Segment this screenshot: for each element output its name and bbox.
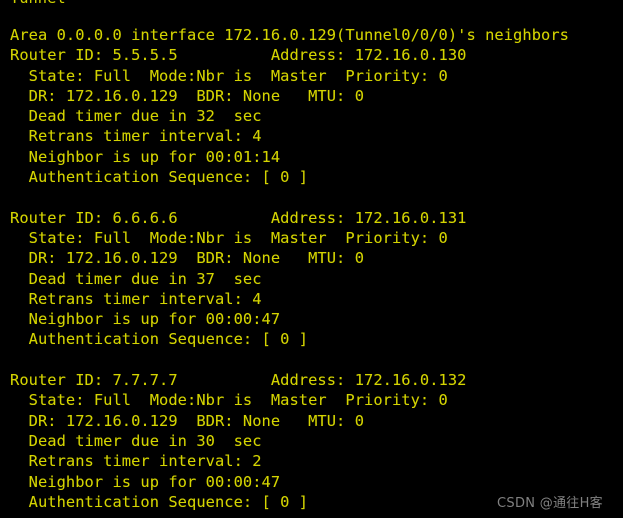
scrolled-off-line-remnant: Tunnel — [0, 0, 623, 8]
console-line: Dead timer due in 32 sec — [10, 107, 262, 126]
console-line: DR: 172.16.0.129 BDR: None MTU: 0 — [10, 249, 365, 268]
partial-top-line-text: Tunnel — [10, 0, 66, 8]
console-line: DR: 172.16.0.129 BDR: None MTU: 0 — [10, 411, 365, 430]
console-line: Authentication Sequence: [ 0 ] — [10, 330, 309, 349]
console-line: Area 0.0.0.0 interface 172.16.0.129(Tunn… — [10, 26, 569, 44]
console-line: State: Full Mode:Nbr is Master Priority:… — [10, 228, 448, 247]
terminal-window[interactable]: Tunnel Area 0.0.0.0 interface 172.16.0.1… — [0, 0, 623, 518]
console-output: Area 0.0.0.0 interface 172.16.0.129(Tunn… — [10, 25, 623, 512]
console-line: Retrans timer interval: 4 — [10, 127, 262, 146]
csdn-watermark: CSDN @通往H客 — [497, 496, 603, 511]
console-line: DR: 172.16.0.129 BDR: None MTU: 0 — [10, 86, 365, 105]
console-line: Router ID: 5.5.5.5 Address: 172.16.0.130 — [10, 46, 467, 65]
console-line: State: Full Mode:Nbr is Master Priority:… — [10, 66, 448, 85]
console-line: Authentication Sequence: [ 0 ] — [10, 168, 309, 187]
console-line: Retrans timer interval: 2 — [10, 452, 262, 471]
console-line: Router ID: 7.7.7.7 Address: 172.16.0.132 — [10, 371, 467, 390]
console-line: Neighbor is up for 00:00:47 — [10, 310, 281, 329]
console-line: Dead timer due in 30 sec — [10, 431, 262, 450]
console-line: Retrans timer interval: 4 — [10, 289, 262, 308]
console-line: Neighbor is up for 00:00:47 — [10, 472, 281, 491]
console-line: State: Full Mode:Nbr is Master Priority:… — [10, 391, 448, 410]
console-line: Router ID: 6.6.6.6 Address: 172.16.0.131 — [10, 208, 467, 227]
console-line: Neighbor is up for 00:01:14 — [10, 147, 281, 166]
console-line: Dead timer due in 37 sec — [10, 269, 262, 288]
